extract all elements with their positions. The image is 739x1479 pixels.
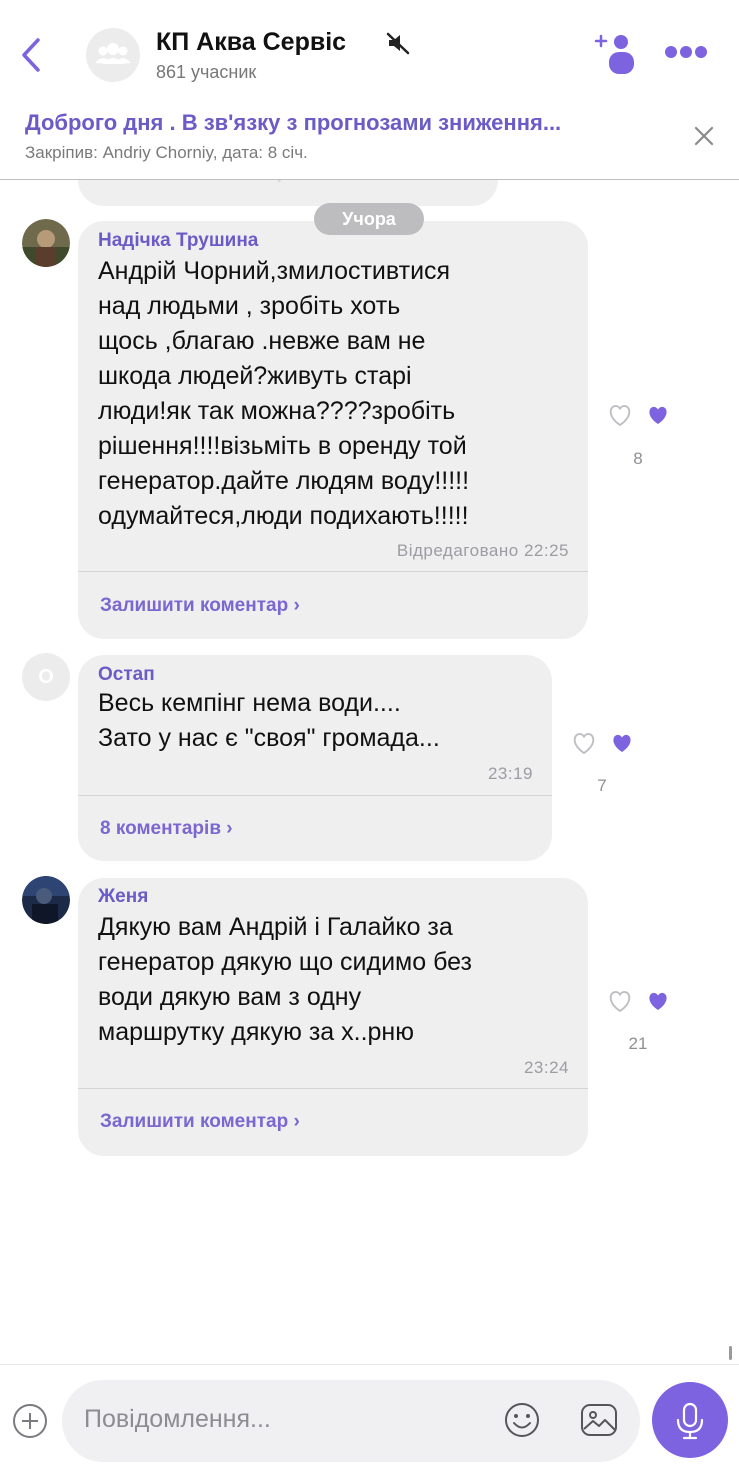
message-timestamp: Відредаговано 22:25 xyxy=(396,541,569,560)
comment-link[interactable]: Залишити коментар › xyxy=(100,1111,300,1133)
chat-title[interactable]: КП Аква Сервіс xyxy=(156,28,346,57)
member-count: 861 учасник xyxy=(156,62,257,82)
more-icon[interactable] xyxy=(664,44,708,60)
pinned-message-info: Закріпив: Andriy Chorniy, дата: 8 січ. xyxy=(25,143,308,162)
microphone-icon xyxy=(676,1402,704,1440)
plus-icon[interactable] xyxy=(12,1403,48,1439)
pinned-message-text[interactable]: Доброго дня . В зв'язку з прогнозами зни… xyxy=(25,110,561,136)
group-avatar-icon xyxy=(95,43,131,64)
avatar[interactable] xyxy=(22,876,70,924)
message-text: Андрій Чорний,змилостивтися над людьми ,… xyxy=(98,257,470,530)
comment-link[interactable]: 8 коментарів › xyxy=(100,818,233,840)
sender-name[interactable]: Остап xyxy=(98,664,155,686)
add-member-icon[interactable] xyxy=(594,30,638,76)
microphone-button[interactable] xyxy=(652,1382,728,1458)
like-count: 21 xyxy=(628,1034,648,1053)
comment-link[interactable]: Залишити коментар › xyxy=(100,595,300,617)
message-timestamp: 23:24 xyxy=(523,1058,569,1077)
close-icon[interactable] xyxy=(692,124,716,148)
divider xyxy=(78,795,552,796)
sender-name[interactable]: Женя xyxy=(98,886,148,908)
message-input-placeholder[interactable]: Повідомлення... xyxy=(84,1405,271,1434)
scroll-indicator[interactable] xyxy=(729,1346,732,1360)
muted-icon xyxy=(386,32,410,55)
pinned-message-bar[interactable] xyxy=(0,93,739,180)
date-separator: Учора xyxy=(314,203,424,235)
like-button[interactable] xyxy=(597,392,683,438)
like-button[interactable] xyxy=(561,720,647,766)
sender-name[interactable]: Надічка Трушина xyxy=(98,230,258,252)
composer-divider xyxy=(0,1364,739,1365)
avatar[interactable]: О xyxy=(22,653,70,701)
message-text: Весь кемпінг нема води.... Зато у нас є … xyxy=(98,689,440,752)
emoji-icon[interactable] xyxy=(503,1401,541,1439)
back-chevron-icon[interactable] xyxy=(14,34,48,76)
like-button[interactable] xyxy=(597,978,683,1024)
like-count: 8 xyxy=(633,449,643,468)
message-timestamp: 23:19 xyxy=(487,764,533,783)
like-count: 7 xyxy=(597,776,607,795)
divider xyxy=(78,1088,588,1089)
avatar[interactable] xyxy=(22,219,70,267)
group-avatar[interactable] xyxy=(86,28,140,82)
message-text: Дякую вам Андрій і Галайко за генератор … xyxy=(98,913,472,1046)
divider xyxy=(78,571,588,572)
sticker-icon[interactable] xyxy=(579,1401,619,1439)
